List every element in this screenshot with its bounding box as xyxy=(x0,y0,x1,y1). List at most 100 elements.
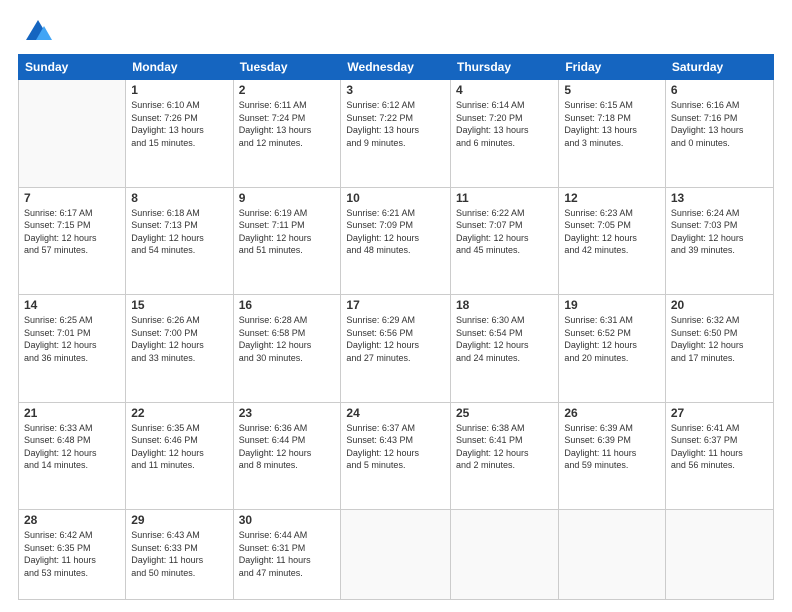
day-info: Sunrise: 6:12 AM Sunset: 7:22 PM Dayligh… xyxy=(346,99,445,149)
calendar-cell: 16 Sunrise: 6:28 AM Sunset: 6:58 PM Dayli… xyxy=(233,295,341,403)
calendar-week-row: 7 Sunrise: 6:17 AM Sunset: 7:15 PM Daylig… xyxy=(19,187,774,295)
day-info: Sunrise: 6:25 AM Sunset: 7:01 PM Dayligh… xyxy=(24,314,120,364)
header xyxy=(18,18,774,46)
calendar-cell: 29 Sunrise: 6:43 AM Sunset: 6:33 PM Dayli… xyxy=(126,510,233,600)
day-info: Sunrise: 6:17 AM Sunset: 7:15 PM Dayligh… xyxy=(24,207,120,257)
day-info: Sunrise: 6:32 AM Sunset: 6:50 PM Dayligh… xyxy=(671,314,768,364)
day-info: Sunrise: 6:15 AM Sunset: 7:18 PM Dayligh… xyxy=(564,99,660,149)
day-info: Sunrise: 6:30 AM Sunset: 6:54 PM Dayligh… xyxy=(456,314,553,364)
day-info: Sunrise: 6:24 AM Sunset: 7:03 PM Dayligh… xyxy=(671,207,768,257)
logo-icon xyxy=(24,18,52,46)
weekday-header-monday: Monday xyxy=(126,55,233,80)
day-info: Sunrise: 6:21 AM Sunset: 7:09 PM Dayligh… xyxy=(346,207,445,257)
calendar-cell: 12 Sunrise: 6:23 AM Sunset: 7:05 PM Dayli… xyxy=(559,187,666,295)
calendar-cell: 26 Sunrise: 6:39 AM Sunset: 6:39 PM Dayli… xyxy=(559,402,666,510)
calendar-cell: 14Sunrise: 6:25 AM Sunset: 7:01 PM Dayli… xyxy=(19,295,126,403)
day-info: Sunrise: 6:35 AM Sunset: 6:46 PM Dayligh… xyxy=(131,422,227,472)
calendar-cell: 28Sunrise: 6:42 AM Sunset: 6:35 PM Dayli… xyxy=(19,510,126,600)
logo xyxy=(18,18,52,46)
calendar-cell: 23 Sunrise: 6:36 AM Sunset: 6:44 PM Dayli… xyxy=(233,402,341,510)
weekday-header-wednesday: Wednesday xyxy=(341,55,451,80)
calendar-table: SundayMondayTuesdayWednesdayThursdayFrid… xyxy=(18,54,774,600)
day-number: 13 xyxy=(671,191,768,205)
weekday-header-thursday: Thursday xyxy=(451,55,559,80)
calendar-cell: 10 Sunrise: 6:21 AM Sunset: 7:09 PM Dayli… xyxy=(341,187,451,295)
calendar-week-row: 14Sunrise: 6:25 AM Sunset: 7:01 PM Dayli… xyxy=(19,295,774,403)
day-info: Sunrise: 6:28 AM Sunset: 6:58 PM Dayligh… xyxy=(239,314,336,364)
day-number: 19 xyxy=(564,298,660,312)
day-info: Sunrise: 6:22 AM Sunset: 7:07 PM Dayligh… xyxy=(456,207,553,257)
day-number: 10 xyxy=(346,191,445,205)
calendar-cell xyxy=(341,510,451,600)
weekday-header-sunday: Sunday xyxy=(19,55,126,80)
day-info: Sunrise: 6:31 AM Sunset: 6:52 PM Dayligh… xyxy=(564,314,660,364)
calendar-week-row: 28Sunrise: 6:42 AM Sunset: 6:35 PM Dayli… xyxy=(19,510,774,600)
day-number: 3 xyxy=(346,83,445,97)
day-number: 18 xyxy=(456,298,553,312)
day-info: Sunrise: 6:16 AM Sunset: 7:16 PM Dayligh… xyxy=(671,99,768,149)
day-number: 5 xyxy=(564,83,660,97)
calendar-week-row: 21Sunrise: 6:33 AM Sunset: 6:48 PM Dayli… xyxy=(19,402,774,510)
weekday-header-friday: Friday xyxy=(559,55,666,80)
day-info: Sunrise: 6:39 AM Sunset: 6:39 PM Dayligh… xyxy=(564,422,660,472)
calendar-cell: 4Sunrise: 6:14 AM Sunset: 7:20 PM Daylig… xyxy=(451,80,559,188)
calendar-week-row: 1 Sunrise: 6:10 AM Sunset: 7:26 PM Daylig… xyxy=(19,80,774,188)
calendar-cell: 6 Sunrise: 6:16 AM Sunset: 7:16 PM Daylig… xyxy=(665,80,773,188)
day-number: 11 xyxy=(456,191,553,205)
day-info: Sunrise: 6:29 AM Sunset: 6:56 PM Dayligh… xyxy=(346,314,445,364)
day-number: 25 xyxy=(456,406,553,420)
day-number: 15 xyxy=(131,298,227,312)
calendar-cell xyxy=(19,80,126,188)
day-info: Sunrise: 6:18 AM Sunset: 7:13 PM Dayligh… xyxy=(131,207,227,257)
calendar-cell: 13 Sunrise: 6:24 AM Sunset: 7:03 PM Dayli… xyxy=(665,187,773,295)
calendar-cell: 17 Sunrise: 6:29 AM Sunset: 6:56 PM Dayli… xyxy=(341,295,451,403)
calendar-cell xyxy=(665,510,773,600)
calendar-cell: 15 Sunrise: 6:26 AM Sunset: 7:00 PM Dayli… xyxy=(126,295,233,403)
day-number: 29 xyxy=(131,513,227,527)
calendar-cell: 20 Sunrise: 6:32 AM Sunset: 6:50 PM Dayli… xyxy=(665,295,773,403)
calendar-cell: 21Sunrise: 6:33 AM Sunset: 6:48 PM Dayli… xyxy=(19,402,126,510)
day-number: 28 xyxy=(24,513,120,527)
calendar-cell xyxy=(451,510,559,600)
day-info: Sunrise: 6:43 AM Sunset: 6:33 PM Dayligh… xyxy=(131,529,227,579)
day-number: 16 xyxy=(239,298,336,312)
day-info: Sunrise: 6:44 AM Sunset: 6:31 PM Dayligh… xyxy=(239,529,336,579)
weekday-header-row: SundayMondayTuesdayWednesdayThursdayFrid… xyxy=(19,55,774,80)
day-info: Sunrise: 6:26 AM Sunset: 7:00 PM Dayligh… xyxy=(131,314,227,364)
calendar-cell xyxy=(559,510,666,600)
day-number: 20 xyxy=(671,298,768,312)
calendar-cell: 7 Sunrise: 6:17 AM Sunset: 7:15 PM Daylig… xyxy=(19,187,126,295)
day-number: 8 xyxy=(131,191,227,205)
weekday-header-saturday: Saturday xyxy=(665,55,773,80)
calendar-page: SundayMondayTuesdayWednesdayThursdayFrid… xyxy=(0,0,792,612)
calendar-cell: 8 Sunrise: 6:18 AM Sunset: 7:13 PM Daylig… xyxy=(126,187,233,295)
calendar-cell: 11 Sunrise: 6:22 AM Sunset: 7:07 PM Dayli… xyxy=(451,187,559,295)
calendar-cell: 1 Sunrise: 6:10 AM Sunset: 7:26 PM Daylig… xyxy=(126,80,233,188)
day-number: 24 xyxy=(346,406,445,420)
weekday-header-tuesday: Tuesday xyxy=(233,55,341,80)
day-number: 22 xyxy=(131,406,227,420)
day-number: 30 xyxy=(239,513,336,527)
day-number: 2 xyxy=(239,83,336,97)
day-info: Sunrise: 6:23 AM Sunset: 7:05 PM Dayligh… xyxy=(564,207,660,257)
day-info: Sunrise: 6:37 AM Sunset: 6:43 PM Dayligh… xyxy=(346,422,445,472)
day-number: 12 xyxy=(564,191,660,205)
day-number: 6 xyxy=(671,83,768,97)
calendar-cell: 18 Sunrise: 6:30 AM Sunset: 6:54 PM Dayli… xyxy=(451,295,559,403)
day-number: 26 xyxy=(564,406,660,420)
day-number: 7 xyxy=(24,191,120,205)
day-info: Sunrise: 6:33 AM Sunset: 6:48 PM Dayligh… xyxy=(24,422,120,472)
day-number: 1 xyxy=(131,83,227,97)
day-number: 27 xyxy=(671,406,768,420)
day-number: 4 xyxy=(456,83,553,97)
day-info: Sunrise: 6:36 AM Sunset: 6:44 PM Dayligh… xyxy=(239,422,336,472)
calendar-cell: 25Sunrise: 6:38 AM Sunset: 6:41 PM Dayli… xyxy=(451,402,559,510)
calendar-cell: 5 Sunrise: 6:15 AM Sunset: 7:18 PM Daylig… xyxy=(559,80,666,188)
day-info: Sunrise: 6:11 AM Sunset: 7:24 PM Dayligh… xyxy=(239,99,336,149)
calendar-cell: 27Sunrise: 6:41 AM Sunset: 6:37 PM Dayli… xyxy=(665,402,773,510)
day-number: 17 xyxy=(346,298,445,312)
calendar-cell: 22 Sunrise: 6:35 AM Sunset: 6:46 PM Dayli… xyxy=(126,402,233,510)
day-info: Sunrise: 6:10 AM Sunset: 7:26 PM Dayligh… xyxy=(131,99,227,149)
calendar-cell: 3 Sunrise: 6:12 AM Sunset: 7:22 PM Daylig… xyxy=(341,80,451,188)
day-number: 23 xyxy=(239,406,336,420)
